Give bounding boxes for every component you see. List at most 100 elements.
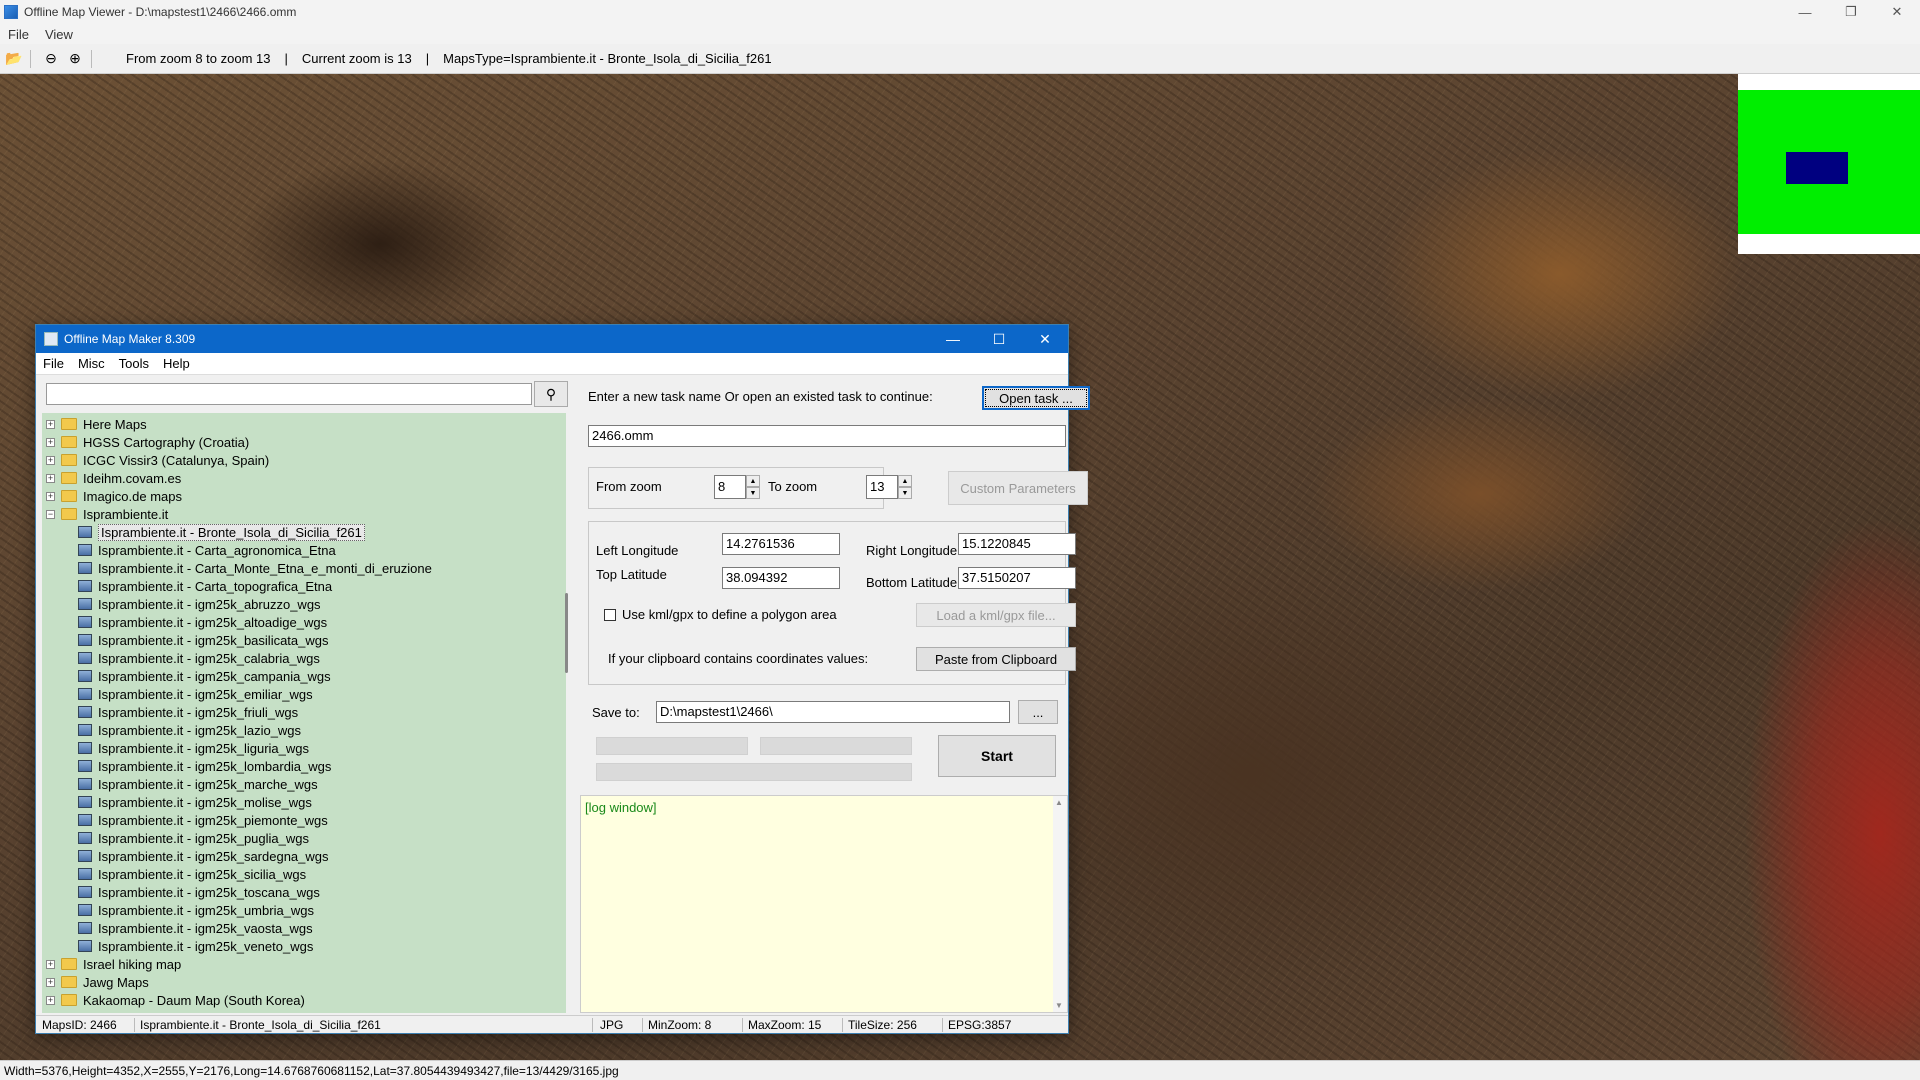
expand-icon[interactable]: + bbox=[46, 995, 55, 1005]
tree-item-label: Isprambiente.it - Carta_agronomica_Etna bbox=[98, 542, 336, 558]
tree-map-item[interactable]: Isprambiente.it - igm25k_campania_wgs bbox=[78, 667, 331, 685]
tree-folder[interactable]: + ICGC Vissir3 (Catalunya, Spain) bbox=[46, 451, 269, 469]
tree-map-item[interactable]: Isprambiente.it - igm25k_lazio_wgs bbox=[78, 721, 301, 739]
minimap[interactable] bbox=[1738, 74, 1920, 254]
to-zoom-input[interactable]: 13 bbox=[866, 475, 898, 499]
collapse-icon[interactable]: − bbox=[46, 509, 55, 519]
map-tree[interactable]: + Here Maps + HGSS Cartography (Croatia) + IC… bbox=[42, 413, 566, 1013]
maximize-icon[interactable]: ☐ bbox=[976, 325, 1022, 353]
bottom-latitude-input[interactable]: 37.5150207 bbox=[958, 567, 1076, 589]
tree-map-item[interactable]: Isprambiente.it - igm25k_umbria_wgs bbox=[78, 901, 314, 919]
tree-scrollbar[interactable] bbox=[564, 413, 570, 1013]
browse-button[interactable]: ... bbox=[1018, 700, 1058, 724]
tree-map-item[interactable]: Isprambiente.it - Bronte_Isola_di_Sicili… bbox=[78, 523, 365, 541]
map-image-icon bbox=[78, 688, 92, 700]
log-window[interactable]: [log window] ▲ ▼ bbox=[580, 795, 1068, 1013]
scroll-down-icon[interactable]: ▼ bbox=[1055, 1001, 1063, 1010]
tree-map-item[interactable]: Isprambiente.it - Carta_Monte_Etna_e_mon… bbox=[78, 559, 432, 577]
tree-folder[interactable]: + Ideihm.covam.es bbox=[46, 469, 181, 487]
dialog-statusbar: MapsID: 2466 Isprambiente.it - Bronte_Is… bbox=[36, 1015, 1068, 1033]
tree-map-item[interactable]: Isprambiente.it - igm25k_vaosta_wgs bbox=[78, 919, 313, 937]
dialog-titlebar[interactable]: Offline Map Maker 8.309 — ☐ ✕ bbox=[36, 325, 1068, 353]
tree-folder[interactable]: + Israel hiking map bbox=[46, 955, 181, 973]
tree-folder[interactable]: + Kakaomap - Daum Map (South Korea) bbox=[46, 991, 305, 1009]
zoom-in-icon[interactable]: ⊕ bbox=[65, 49, 85, 69]
tree-map-item[interactable]: Isprambiente.it - igm25k_emiliar_wgs bbox=[78, 685, 313, 703]
expand-icon[interactable]: + bbox=[46, 491, 55, 501]
tree-map-item[interactable]: Isprambiente.it - igm25k_friuli_wgs bbox=[78, 703, 298, 721]
menu-misc[interactable]: Misc bbox=[71, 356, 112, 371]
tree-map-item[interactable]: Isprambiente.it - igm25k_lombardia_wgs bbox=[78, 757, 331, 775]
paste-clipboard-button[interactable]: Paste from Clipboard bbox=[916, 647, 1076, 671]
tree-map-item[interactable]: Isprambiente.it - igm25k_liguria_wgs bbox=[78, 739, 309, 757]
expand-icon[interactable]: + bbox=[46, 959, 55, 969]
tree-map-item[interactable]: Isprambiente.it - igm25k_altoadige_wgs bbox=[78, 613, 327, 631]
menu-tools[interactable]: Tools bbox=[112, 356, 156, 371]
scroll-up-icon[interactable]: ▲ bbox=[1055, 798, 1063, 807]
status-tile-size: TileSize: 256 bbox=[848, 1018, 917, 1032]
tree-folder[interactable]: + Here Maps bbox=[46, 415, 147, 433]
task-prompt-label: Enter a new task name Or open an existed… bbox=[588, 389, 933, 404]
from-zoom-input[interactable]: 8 bbox=[714, 475, 746, 499]
tree-map-item[interactable]: Isprambiente.it - igm25k_piemonte_wgs bbox=[78, 811, 328, 829]
custom-parameters-button[interactable]: Custom Parameters bbox=[948, 471, 1088, 505]
tree-map-item[interactable]: Isprambiente.it - igm25k_molise_wgs bbox=[78, 793, 312, 811]
tree-map-item[interactable]: Isprambiente.it - Carta_topografica_Etna bbox=[78, 577, 332, 595]
tree-map-item[interactable]: Isprambiente.it - igm25k_basilicata_wgs bbox=[78, 631, 329, 649]
tree-map-item[interactable]: Isprambiente.it - igm25k_calabria_wgs bbox=[78, 649, 320, 667]
minimize-icon[interactable]: — bbox=[1782, 0, 1828, 24]
tree-item-label: Isprambiente.it - igm25k_vaosta_wgs bbox=[98, 920, 313, 936]
tree-map-item[interactable]: Isprambiente.it - Carta_agronomica_Etna bbox=[78, 541, 336, 559]
tree-map-item[interactable]: Isprambiente.it - igm25k_abruzzo_wgs bbox=[78, 595, 321, 613]
log-scrollbar[interactable]: ▲ ▼ bbox=[1053, 796, 1067, 1012]
tree-map-item[interactable]: Isprambiente.it - igm25k_veneto_wgs bbox=[78, 937, 313, 955]
save-to-input[interactable]: D:\mapstest1\2466\ bbox=[656, 701, 1010, 723]
folder-open-icon bbox=[61, 508, 77, 520]
load-kml-button[interactable]: Load a kml/gpx file... bbox=[916, 603, 1076, 627]
minimap-viewport[interactable] bbox=[1786, 152, 1848, 184]
open-folder-icon[interactable]: 📂 bbox=[4, 49, 24, 69]
tree-map-item[interactable]: Isprambiente.it - igm25k_toscana_wgs bbox=[78, 883, 320, 901]
expand-icon[interactable]: + bbox=[46, 437, 55, 447]
map-image-icon bbox=[78, 940, 92, 952]
scroll-thumb[interactable] bbox=[565, 593, 568, 673]
left-longitude-input[interactable]: 14.2761536 bbox=[722, 533, 840, 555]
menu-view[interactable]: View bbox=[37, 27, 81, 42]
open-task-button[interactable]: Open task ... bbox=[982, 386, 1090, 410]
expand-icon[interactable]: + bbox=[46, 473, 55, 483]
expand-icon[interactable]: + bbox=[46, 419, 55, 429]
map-image-icon bbox=[78, 904, 92, 916]
menu-help[interactable]: Help bbox=[156, 356, 197, 371]
search-button[interactable]: ⚲ bbox=[534, 381, 568, 407]
map-image-icon bbox=[78, 526, 92, 538]
expand-icon[interactable]: + bbox=[46, 455, 55, 465]
map-image-icon bbox=[78, 814, 92, 826]
to-zoom-spinner[interactable]: ▲ ▼ bbox=[898, 475, 912, 499]
task-name-input[interactable]: 2466.omm bbox=[588, 425, 1066, 447]
from-zoom-spinner[interactable]: ▲ ▼ bbox=[746, 475, 760, 499]
zoom-out-icon[interactable]: ⊖ bbox=[41, 49, 61, 69]
tree-item-label: Israel hiking map bbox=[83, 956, 182, 972]
status-separator bbox=[742, 1018, 743, 1032]
top-latitude-input[interactable]: 38.094392 bbox=[722, 567, 840, 589]
close-icon[interactable]: ✕ bbox=[1022, 325, 1068, 353]
tree-folder[interactable]: + Jawg Maps bbox=[46, 973, 149, 991]
tree-map-item[interactable]: Isprambiente.it - igm25k_puglia_wgs bbox=[78, 829, 309, 847]
expand-icon[interactable]: + bbox=[46, 977, 55, 987]
status-epsg: EPSG:3857 bbox=[948, 1018, 1012, 1032]
tree-map-item[interactable]: Isprambiente.it - igm25k_sardegna_wgs bbox=[78, 847, 329, 865]
tree-map-item[interactable]: Isprambiente.it - igm25k_marche_wgs bbox=[78, 775, 318, 793]
menu-file[interactable]: File bbox=[36, 356, 71, 371]
tree-folder[interactable]: − Isprambiente.it bbox=[46, 505, 168, 523]
tree-folder[interactable]: + HGSS Cartography (Croatia) bbox=[46, 433, 249, 451]
start-button[interactable]: Start bbox=[938, 735, 1056, 777]
close-icon[interactable]: ✕ bbox=[1874, 0, 1920, 24]
kml-checkbox[interactable] bbox=[604, 609, 616, 621]
restore-icon[interactable]: ❐ bbox=[1828, 0, 1874, 24]
tree-folder[interactable]: + Imagico.de maps bbox=[46, 487, 182, 505]
tree-map-item[interactable]: Isprambiente.it - igm25k_sicilia_wgs bbox=[78, 865, 306, 883]
menu-file[interactable]: File bbox=[0, 27, 37, 42]
search-input[interactable] bbox=[46, 383, 532, 405]
right-longitude-input[interactable]: 15.1220845 bbox=[958, 533, 1076, 555]
minimize-icon[interactable]: — bbox=[930, 325, 976, 353]
